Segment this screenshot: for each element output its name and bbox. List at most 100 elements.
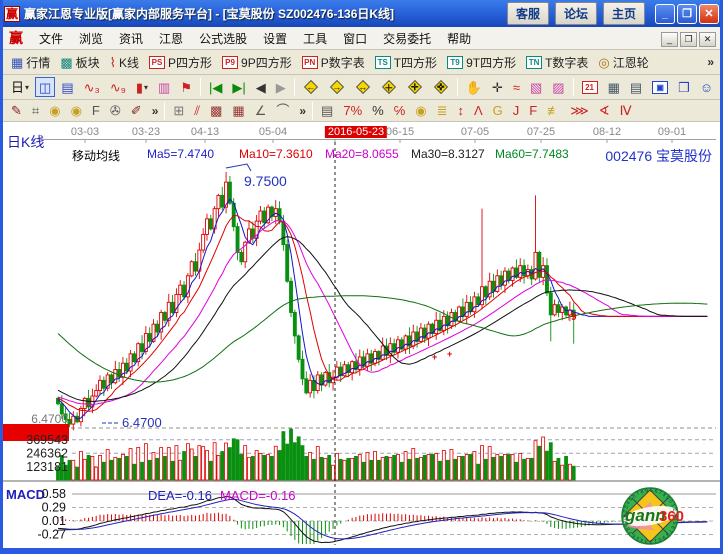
menu-item-1[interactable]: 浏览 (71, 28, 111, 49)
save-icon[interactable]: ▣ (648, 77, 672, 97)
date-tick-label[interactable]: 06-15 (386, 126, 414, 138)
degree-icon[interactable]: ∢ (595, 101, 614, 121)
date-tick-label[interactable]: 03-03 (71, 126, 99, 138)
customer-service-button[interactable]: 客服 (507, 2, 549, 25)
percent-icon[interactable]: % (368, 101, 388, 121)
menu-restore-button[interactable]: ❐ (680, 32, 697, 47)
candle-style-dropdown[interactable]: ▮▾ (132, 77, 152, 97)
save-web-icon[interactable]: ❒ (674, 77, 694, 97)
pan-hand-icon[interactable]: ✋ (462, 77, 486, 97)
menu-item-3[interactable]: 江恩 (151, 28, 191, 49)
t-table-button[interactable]: TNT数字表 (522, 52, 592, 72)
t-square-button[interactable]: TST四方形 (371, 52, 441, 72)
crosshair-icon[interactable]: ✛ (488, 77, 507, 97)
percent7-icon[interactable]: 7% (339, 101, 366, 121)
selected-date-label[interactable]: 2016-05-23 (325, 126, 387, 138)
wave-line-icon[interactable]: ⌒ (272, 101, 293, 121)
menu-item-2[interactable]: 资讯 (111, 28, 151, 49)
date-tick-label[interactable]: 03-23 (132, 126, 160, 138)
toolbar-overflow-button[interactable]: » (704, 55, 717, 69)
spiral-icon[interactable]: ✇ (106, 101, 125, 121)
toolbar-overflow-button[interactable]: » (296, 104, 309, 118)
forum-button[interactable]: 论坛 (555, 2, 597, 25)
close-button[interactable]: ✕ (699, 4, 719, 24)
j-line-icon[interactable]: J (509, 101, 524, 121)
color-flag-icon[interactable]: ⚑ (176, 77, 196, 97)
fan-lines-icon[interactable]: ⫽ (190, 101, 204, 121)
pattern-tool-icon[interactable]: ▧ (526, 77, 546, 97)
speed-line-icon[interactable]: ⋙ (566, 101, 593, 121)
menu-item-5[interactable]: 设置 (255, 28, 295, 49)
four-quadrant-icon[interactable]: Ⅳ (616, 101, 636, 121)
gold-circle-icon[interactable]: ◉ (411, 101, 430, 121)
menu-close-button[interactable]: ✕ (699, 32, 716, 47)
pattern-tool2-icon[interactable]: ▨ (548, 77, 568, 97)
zoom-all-diamond[interactable]: ＋ (377, 77, 401, 97)
zoom-fit-diamond[interactable]: ✛ (403, 77, 427, 97)
kline-button[interactable]: ⌇K线 (106, 52, 143, 72)
menu-item-6[interactable]: 工具 (295, 28, 335, 49)
angle-line-icon[interactable]: ∠ (251, 101, 271, 121)
p-square-button[interactable]: PSP四方形 (145, 52, 216, 72)
trend-3-icon[interactable]: ∿₃ (80, 77, 104, 97)
p-table-button[interactable]: PNP数字表 (298, 52, 369, 72)
zoom-horizontal-diamond[interactable]: ↔ (351, 77, 375, 97)
calculator-icon[interactable]: ▦ (604, 77, 624, 97)
measure-zigzag-icon[interactable]: ≈ (509, 77, 524, 97)
percent-lines-icon[interactable]: ℅ (390, 101, 410, 121)
period-day-dropdown[interactable]: 日▾ (7, 77, 33, 97)
grid-pattern-icon[interactable]: ▩ (206, 101, 226, 121)
step-back-button[interactable]: ◀ (252, 77, 270, 97)
skip-start-button[interactable]: |◀ (205, 77, 226, 97)
9p-square-button[interactable]: P99P四方形 (218, 52, 296, 72)
pattern-pink-icon[interactable]: ▥ (154, 77, 174, 97)
candle-range-icon[interactable]: ↕ (453, 101, 468, 121)
scale-ruler-icon[interactable]: ▤ (317, 101, 337, 121)
golden-coin-icon[interactable]: ◉ (45, 101, 64, 121)
menu-item-4[interactable]: 公式选股 (191, 28, 255, 49)
zoom-right-diamond[interactable]: → (325, 77, 349, 97)
draw-pen-icon[interactable]: ✎ (7, 101, 26, 121)
info-document-icon[interactable]: ▤ (57, 77, 77, 97)
gann-grid-icon[interactable]: ⌗ (28, 101, 43, 121)
menu-item-8[interactable]: 交易委托 (375, 28, 439, 49)
box-tool-icon[interactable]: ⊞ (169, 101, 188, 121)
restore-button[interactable]: ❐ (677, 4, 697, 24)
gold-ratio-icon[interactable]: G (489, 101, 507, 121)
zoom-grid-diamond[interactable]: ✜ (429, 77, 453, 97)
date-tick-label[interactable]: 07-05 (461, 126, 489, 138)
trend-9-icon[interactable]: ∿₉ (106, 77, 130, 97)
quotes-button[interactable]: ▦行情 (7, 52, 54, 72)
wave-a-icon[interactable]: Λ (470, 101, 487, 121)
gold-bars-icon[interactable]: ≣ (433, 101, 452, 121)
date-tick-label[interactable]: 09-01 (658, 126, 686, 138)
gann-wheel-button[interactable]: ◎江恩轮 (594, 52, 652, 72)
calendar-icon[interactable]: 21 (578, 77, 602, 97)
menu-minimize-button[interactable]: _ (661, 32, 678, 47)
fibonacci-icon[interactable]: F (88, 101, 104, 121)
menu-item-0[interactable]: 文件 (31, 28, 71, 49)
minimize-button[interactable]: _ (655, 4, 675, 24)
date-tick-label[interactable]: 07-25 (527, 126, 555, 138)
notebook-icon[interactable]: ▤ (626, 77, 646, 97)
golden-coin2-icon[interactable]: ◉ (67, 101, 86, 121)
date-tick-label[interactable]: 05-04 (259, 126, 287, 138)
titlebar[interactable]: 赢 赢家江恩专业版[赢家内部服务平台] - [宝莫股份 SZ002476-136… (0, 0, 723, 27)
9t-square-button[interactable]: T99T四方形 (443, 52, 520, 72)
date-tick-label[interactable]: 04-13 (191, 126, 219, 138)
pen-chart-icon[interactable]: ✐ (127, 101, 146, 121)
grid-pattern2-icon[interactable]: ▦ (228, 101, 248, 121)
menu-item-9[interactable]: 帮助 (439, 28, 479, 49)
home-button[interactable]: 主页 (603, 2, 645, 25)
chart-window-icon[interactable]: ◫ (35, 77, 55, 97)
skip-end-button[interactable]: ▶| (228, 77, 249, 97)
sectors-button[interactable]: ▩板块 (56, 52, 103, 72)
kline-chart-svg[interactable]: 6.47006.47009.7500369543246362123181MACD… (3, 122, 720, 548)
date-tick-label[interactable]: 08-12 (593, 126, 621, 138)
step-forward-button[interactable]: ▶ (272, 77, 290, 97)
zoom-left-diamond[interactable]: ← (299, 77, 323, 97)
chart-area[interactable]: 6.47006.47009.7500369543246362123181MACD… (3, 122, 720, 548)
f-line-icon[interactable]: F (525, 101, 541, 121)
menu-item-7[interactable]: 窗口 (335, 28, 375, 49)
user-web-icon[interactable]: ☺ (696, 77, 717, 97)
